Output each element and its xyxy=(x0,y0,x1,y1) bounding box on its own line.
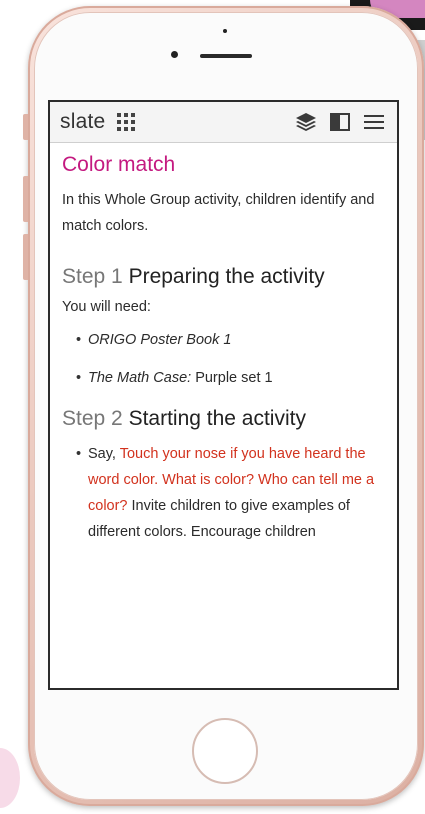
lesson-title: Color match xyxy=(62,153,176,176)
layers-icon[interactable] xyxy=(293,109,319,135)
material-name: The Math Case: xyxy=(88,370,192,386)
phone-sensor xyxy=(223,29,227,33)
phone-volume-down-button xyxy=(23,234,28,280)
phone-volume-up-button xyxy=(23,176,28,222)
grid-icon[interactable] xyxy=(117,113,136,131)
instructions-list: Say, Touch your nose if you have heard t… xyxy=(62,441,385,545)
phone-screen: slate Color match In this Whole Group ac… xyxy=(48,100,399,690)
phone-home-button[interactable] xyxy=(192,718,258,784)
say-label: Say, xyxy=(88,446,120,462)
phone-mute-switch xyxy=(23,114,28,140)
app-logo: slate xyxy=(60,110,106,133)
list-item: Say, Touch your nose if you have heard t… xyxy=(76,441,385,545)
step-2-number: Step 2 xyxy=(62,407,123,430)
list-item: ORIGO Poster Book 1 xyxy=(76,327,385,353)
list-item: The Math Case: Purple set 1 xyxy=(76,365,385,391)
background-pink-blob xyxy=(0,748,20,808)
material-name: ORIGO Poster Book 1 xyxy=(88,332,232,348)
phone-camera xyxy=(171,51,178,58)
material-detail: Purple set 1 xyxy=(191,370,273,386)
lesson-content: Color match In this Whole Group activity… xyxy=(50,143,397,545)
sidebar-panel-icon[interactable] xyxy=(327,109,353,135)
app-header: slate xyxy=(50,102,397,143)
step-1-heading: Step 1 Preparing the activity xyxy=(62,261,385,293)
hamburger-menu-icon[interactable] xyxy=(361,109,387,135)
step-2-title: Starting the activity xyxy=(128,407,306,430)
phone-speaker xyxy=(200,54,252,58)
materials-label: You will need: xyxy=(62,299,151,315)
step-2-heading: Step 2 Starting the activity xyxy=(62,403,385,435)
step-1-number: Step 1 xyxy=(62,265,123,288)
step-1-title: Preparing the activity xyxy=(128,265,325,288)
lesson-intro: In this Whole Group activity, children i… xyxy=(62,192,375,234)
instruction-text: Invite children to give examples of diff… xyxy=(88,498,350,540)
materials-list: ORIGO Poster Book 1 The Math Case: Purpl… xyxy=(62,327,385,391)
